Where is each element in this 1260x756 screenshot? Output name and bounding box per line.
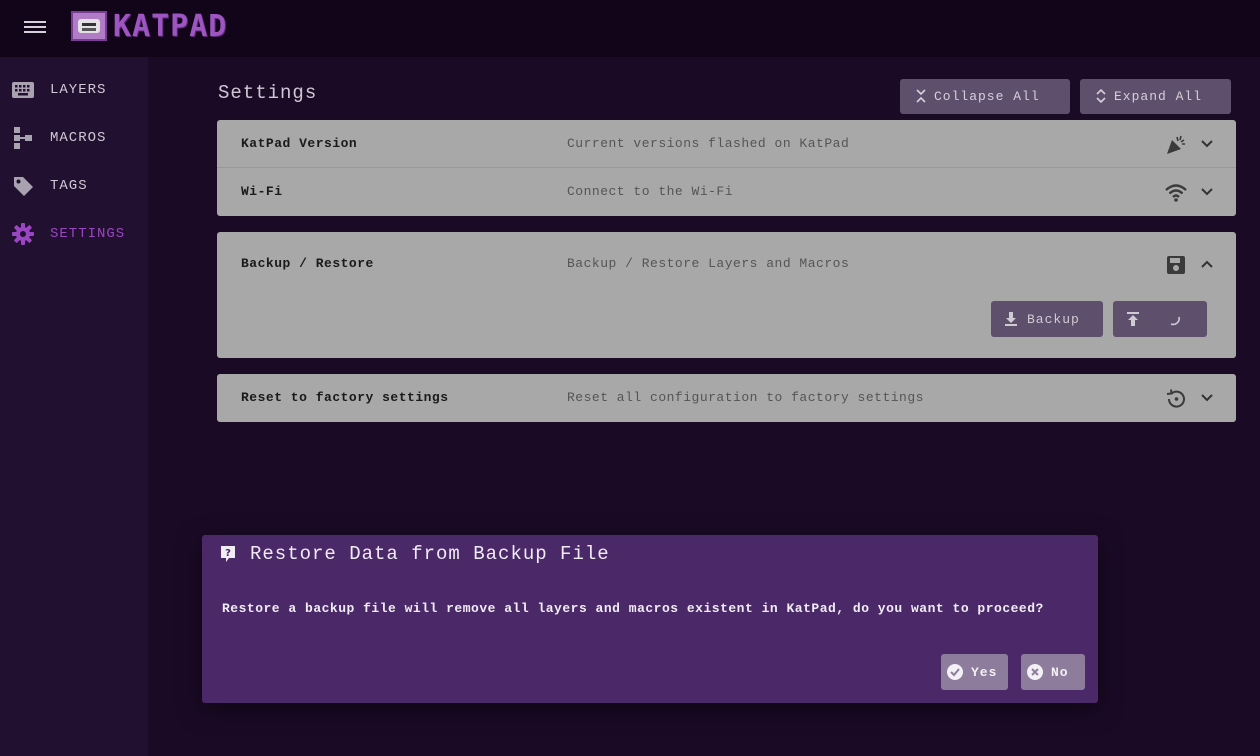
yes-label: Yes — [971, 664, 998, 680]
gear-icon — [12, 223, 34, 245]
cat-logo-icon — [71, 11, 107, 41]
close-circle-icon — [1027, 664, 1043, 680]
wifi-icon — [1165, 182, 1187, 204]
section-title: KatPad Version — [241, 136, 358, 151]
sidebar-item-label: LAYERS — [50, 82, 107, 98]
expand-icon — [1096, 88, 1106, 105]
section-reset-factory[interactable]: Reset to factory settings Reset all conf… — [217, 374, 1236, 422]
collapse-all-button[interactable]: Collapse All — [900, 79, 1070, 114]
upload-icon — [1127, 312, 1139, 326]
svg-text:?: ? — [225, 548, 231, 559]
expand-all-button[interactable]: Expand All — [1080, 79, 1231, 114]
chevron-down-icon[interactable] — [1200, 137, 1214, 151]
expand-all-label: Expand All — [1114, 89, 1203, 104]
section-description: Connect to the Wi-Fi — [567, 184, 734, 199]
backup-button[interactable]: Backup — [991, 301, 1103, 337]
chevron-down-icon[interactable] — [1200, 185, 1214, 199]
party-popper-icon — [1165, 134, 1187, 156]
logo-text: KATPAD — [113, 8, 228, 44]
reset-panel: Reset to factory settings Reset all conf… — [217, 374, 1236, 422]
sidebar-item-label: MACROS — [50, 130, 107, 146]
dialog-title: Restore Data from Backup File — [250, 543, 610, 565]
section-description: Reset all configuration to factory setti… — [567, 390, 924, 405]
no-label: No — [1051, 664, 1069, 680]
hamburger-menu-icon[interactable] — [24, 18, 46, 36]
sidebar-item-label: SETTINGS — [50, 226, 126, 242]
section-description: Backup / Restore Layers and Macros — [567, 256, 850, 271]
keyboard-icon — [12, 79, 34, 101]
yes-button[interactable]: Yes — [941, 654, 1008, 690]
restore-button[interactable] — [1113, 301, 1207, 337]
history-icon — [1165, 388, 1187, 410]
section-title: Reset to factory settings — [241, 390, 449, 405]
sidebar-item-macros[interactable]: MACROS — [0, 118, 148, 158]
check-circle-icon — [947, 664, 963, 680]
section-katpad-version[interactable]: KatPad Version Current versions flashed … — [217, 120, 1236, 168]
settings-panel-group: KatPad Version Current versions flashed … — [217, 120, 1236, 216]
katpad-logo: KATPAD — [71, 8, 228, 44]
chevron-down-icon[interactable] — [1200, 391, 1214, 405]
sidebar-item-layers[interactable]: LAYERS — [0, 70, 148, 110]
loading-spinner-icon — [1167, 312, 1181, 326]
backup-restore-panel: Backup / Restore Backup / Restore Layers… — [217, 232, 1236, 358]
sidebar-item-label: TAGS — [50, 178, 88, 194]
restore-confirm-dialog: ? Restore Data from Backup File Restore … — [202, 535, 1098, 703]
no-button[interactable]: No — [1021, 654, 1085, 690]
tag-icon — [12, 175, 34, 197]
floppy-disk-icon — [1165, 254, 1187, 276]
backup-label: Backup — [1027, 311, 1080, 327]
sidebar: LAYERS MACROS TAGS SETTINGS — [0, 57, 148, 756]
top-app-bar: KATPAD — [0, 0, 1260, 57]
collapse-icon — [916, 88, 926, 105]
section-description: Current versions flashed on KatPad — [567, 136, 850, 151]
section-title: Backup / Restore — [241, 256, 374, 271]
sidebar-item-tags[interactable]: TAGS — [0, 166, 148, 206]
section-backup-restore[interactable]: Backup / Restore Backup / Restore Layers… — [217, 240, 1236, 288]
macro-tree-icon — [12, 127, 34, 149]
dialog-message: Restore a backup file will remove all la… — [222, 601, 1044, 616]
section-wifi[interactable]: Wi-Fi Connect to the Wi-Fi — [217, 168, 1236, 216]
chevron-up-icon[interactable] — [1200, 257, 1214, 271]
download-icon — [1005, 312, 1017, 326]
sidebar-item-settings[interactable]: SETTINGS — [0, 214, 148, 254]
collapse-all-label: Collapse All — [934, 89, 1040, 104]
page-title: Settings — [218, 82, 318, 104]
section-title: Wi-Fi — [241, 184, 283, 199]
question-mark-icon: ? — [220, 545, 236, 562]
